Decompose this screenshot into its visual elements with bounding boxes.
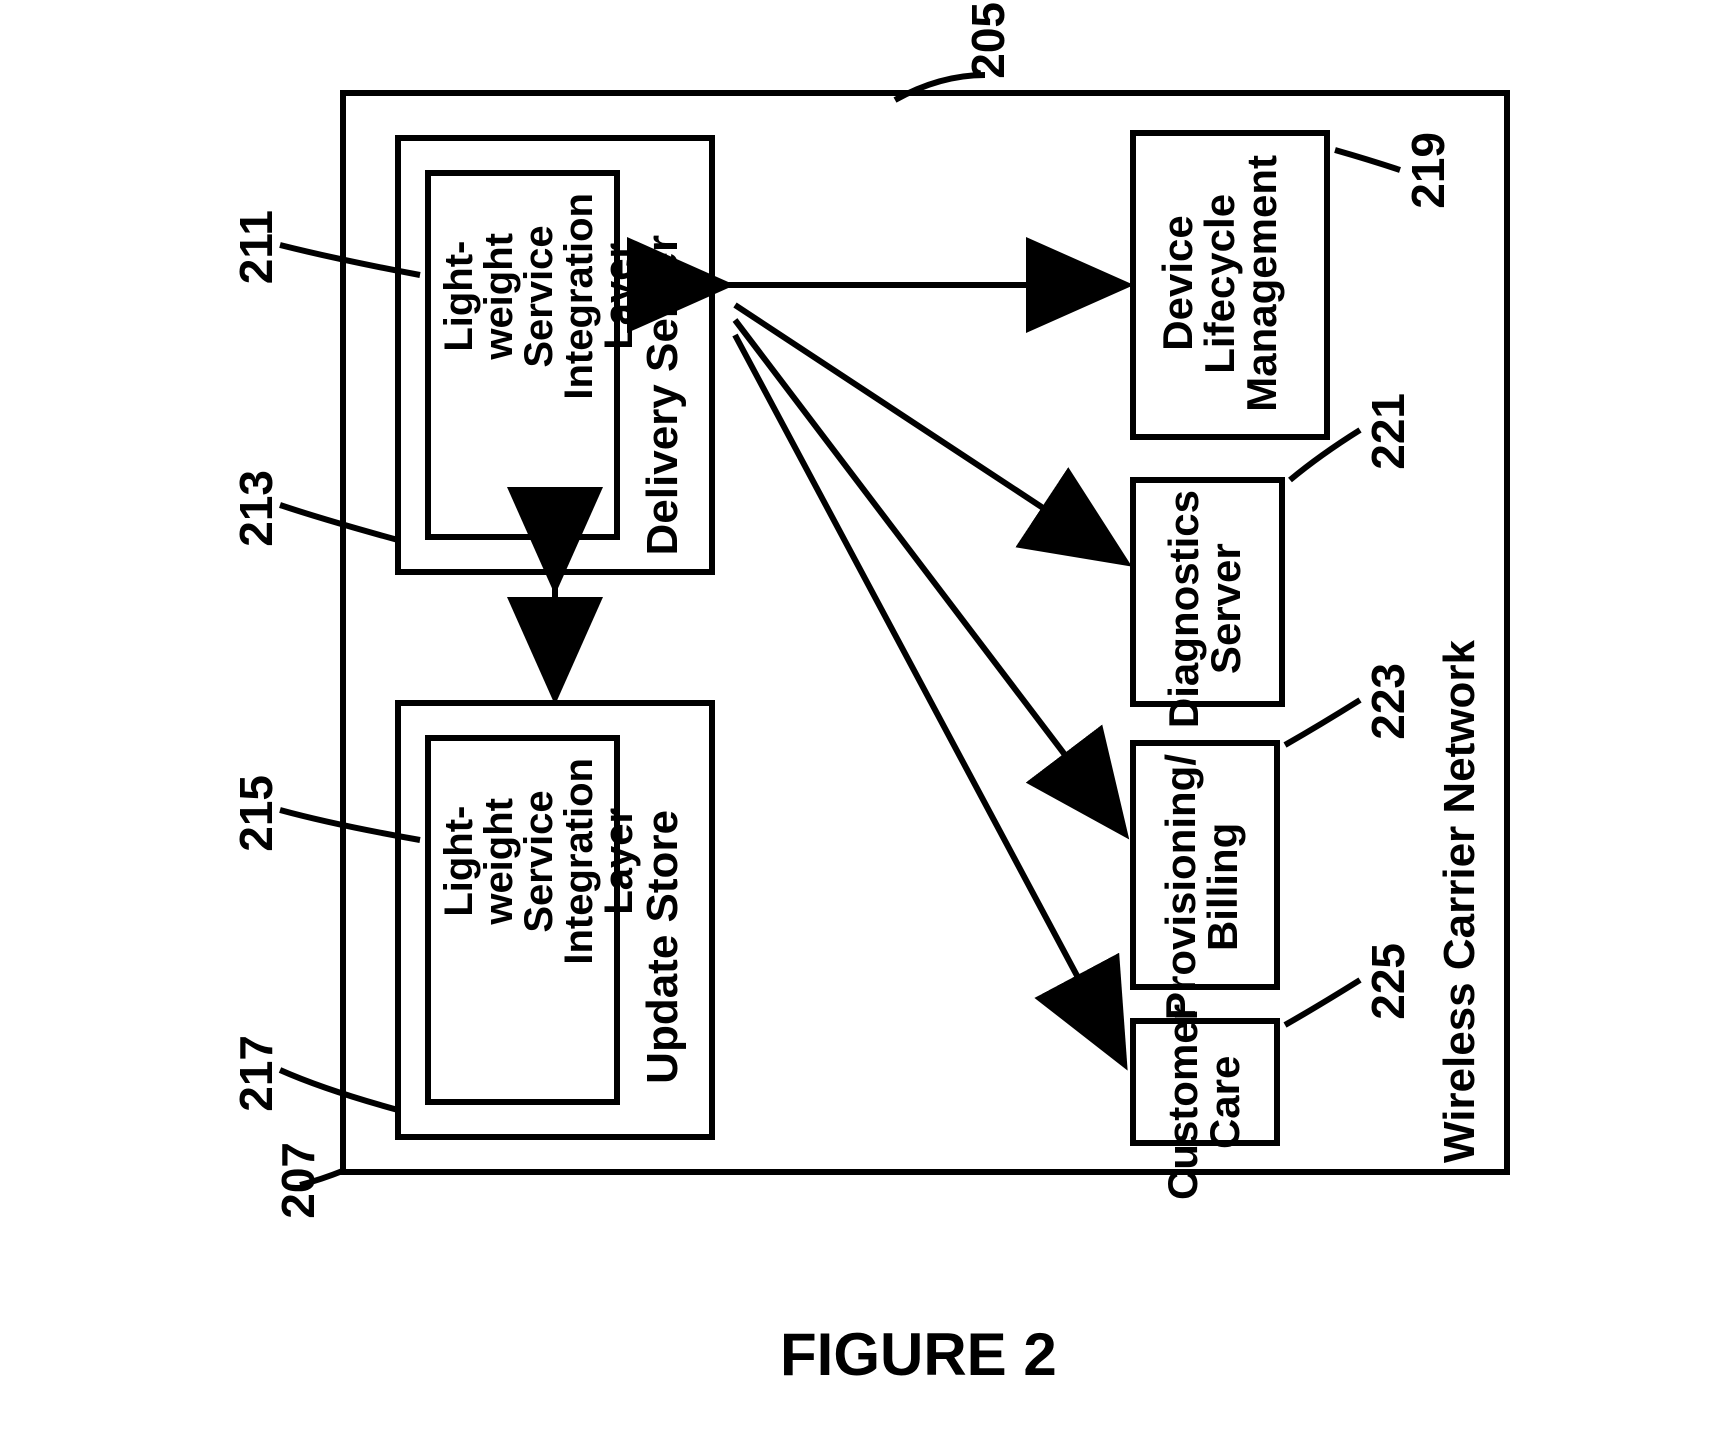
ref-215: 215 — [233, 775, 279, 852]
figure-caption: FIGURE 2 — [780, 1320, 1057, 1389]
update-store-inner-label: Light- weight Service Integration Layer — [439, 758, 639, 965]
provisioning-billing-label: Provisioning/ Billing — [1160, 754, 1244, 1020]
wireless-carrier-network-label: Wireless Carrier Network — [1438, 640, 1482, 1163]
ref-221: 221 — [1365, 393, 1411, 470]
diagnostics-server-label: Diagnostics Server — [1163, 490, 1247, 728]
customer-care-label: Customer Care — [1162, 1004, 1246, 1200]
update-store-label: Update Store — [641, 810, 685, 1084]
device-lifecycle-mgmt-label: Device Lifecycle Management — [1157, 155, 1283, 412]
ref-207: 207 — [275, 1142, 321, 1219]
ref-213: 213 — [233, 470, 279, 547]
ref-219: 219 — [1405, 132, 1451, 209]
ref-223: 223 — [1365, 663, 1411, 740]
ref-205: 205 — [965, 2, 1011, 79]
delivery-server-inner-label: Light- weight Service Integration Layer — [439, 193, 639, 400]
ref-217: 217 — [233, 1035, 279, 1112]
figure-canvas: Wireless Carrier Network Delivery Server… — [0, 0, 1735, 1450]
ref-211: 211 — [233, 210, 279, 284]
ref-225: 225 — [1365, 943, 1411, 1020]
delivery-server-label: Delivery Server — [641, 235, 685, 555]
